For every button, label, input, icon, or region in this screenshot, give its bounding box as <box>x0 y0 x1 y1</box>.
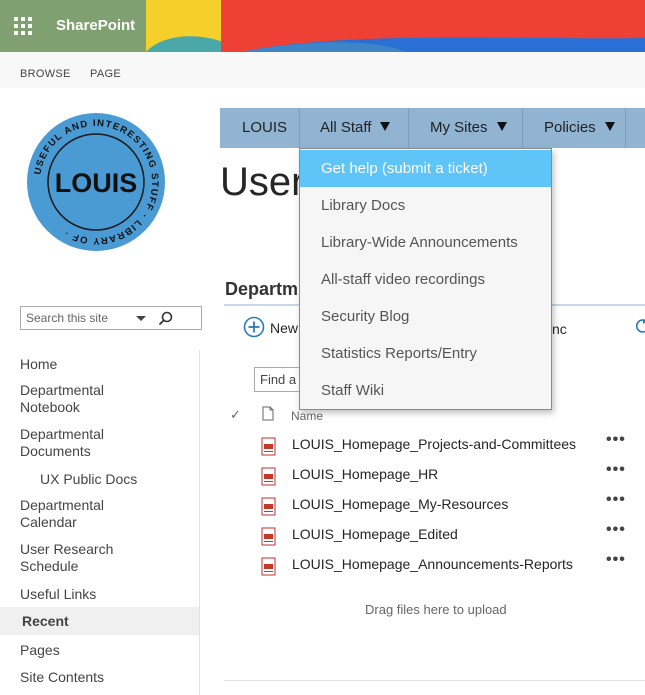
suite-bar: SharePoint <box>0 0 645 52</box>
nav-heading-label: Recent <box>22 613 69 629</box>
table-row[interactable]: LOUIS_Homepage_Edited ••• <box>250 521 645 551</box>
menu-item-library-wide-announcements[interactable]: Library-Wide Announcements <box>300 224 551 261</box>
topnav-louis[interactable]: LOUIS <box>242 119 287 136</box>
chevron-down-icon <box>496 122 507 131</box>
file-name[interactable]: LOUIS_Homepage_HR <box>292 466 438 482</box>
nav-item-departmental-documents[interactable]: Departmental Documents <box>20 426 140 460</box>
menu-item-library-docs[interactable]: Library Docs <box>300 187 551 224</box>
pdf-file-icon <box>261 467 276 486</box>
chevron-down-icon <box>604 122 615 131</box>
chevron-down-icon <box>380 122 391 131</box>
table-row[interactable]: LOUIS_Homepage_HR ••• <box>250 461 645 491</box>
column-header-name[interactable]: Name <box>291 409 323 423</box>
search-scope-dropdown-icon[interactable] <box>131 310 151 326</box>
topnav-all-staff[interactable]: All Staff <box>320 119 391 136</box>
search-icon[interactable] <box>157 310 175 328</box>
webpart-title[interactable]: Departm <box>225 279 298 300</box>
menu-item-get-help[interactable]: Get help (submit a ticket) <box>300 150 551 187</box>
drag-upload-hint: Drag files here to upload <box>365 602 507 617</box>
more-options-icon[interactable]: ••• <box>606 491 626 509</box>
all-staff-dropdown-menu: Get help (submit a ticket) Library Docs … <box>299 148 552 410</box>
refresh-icon[interactable] <box>636 318 645 334</box>
nav-heading-recent[interactable]: Recent <box>0 607 199 635</box>
nav-item-pages[interactable]: Pages <box>20 642 60 659</box>
topnav-policies[interactable]: Policies <box>544 119 615 136</box>
menu-item-label: All-staff video recordings <box>321 271 485 288</box>
nav-item-user-research-schedule[interactable]: User Research Schedule <box>20 541 140 575</box>
more-options-icon[interactable]: ••• <box>606 521 626 539</box>
topnav-policies-label: Policies <box>544 119 596 136</box>
footer-divider <box>224 680 645 681</box>
more-options-icon[interactable]: ••• <box>606 461 626 479</box>
menu-item-security-blog[interactable]: Security Blog <box>300 298 551 335</box>
select-all-check-icon[interactable]: ✓ <box>230 407 241 423</box>
app-launcher-icon[interactable] <box>0 0 46 52</box>
site-search <box>20 306 202 330</box>
more-options-icon[interactable]: ••• <box>606 431 626 449</box>
ribbon-tab-page[interactable]: PAGE <box>90 68 121 80</box>
menu-item-label: Get help (submit a ticket) <box>321 160 488 177</box>
menu-item-staff-wiki[interactable]: Staff Wiki <box>300 372 551 409</box>
nav-item-useful-links[interactable]: Useful Links <box>20 586 96 603</box>
menu-item-all-staff-video-recordings[interactable]: All-staff video recordings <box>300 261 551 298</box>
table-row[interactable]: LOUIS_Homepage_My-Resources ••• <box>250 491 645 521</box>
pdf-file-icon <box>261 557 276 576</box>
left-navigation: Home Departmental Notebook Departmental … <box>0 350 200 695</box>
table-row[interactable]: LOUIS_Homepage_Projects-and-Committees •… <box>250 431 645 461</box>
logo-text: LOUIS <box>55 168 138 198</box>
ribbon-tab-browse[interactable]: BROWSE <box>20 68 71 80</box>
topnav-my-sites[interactable]: My Sites <box>430 119 507 136</box>
file-name[interactable]: LOUIS_Homepage_My-Resources <box>292 496 508 512</box>
ribbon: BROWSE PAGE <box>0 52 645 88</box>
menu-item-label: Security Blog <box>321 308 410 325</box>
site-logo[interactable]: USEFUL AND INTERESTING STUFF · LIBRARY O… <box>26 112 166 252</box>
topnav-all-staff-label: All Staff <box>320 119 372 136</box>
menu-item-label: Staff Wiki <box>321 382 385 399</box>
page-title: User <box>220 160 305 204</box>
nav-item-site-contents[interactable]: Site Contents <box>20 669 104 686</box>
add-circle-icon <box>243 316 265 338</box>
file-name[interactable]: LOUIS_Homepage_Announcements-Reports <box>292 556 573 572</box>
menu-item-statistics-reports[interactable]: Statistics Reports/Entry <box>300 335 551 372</box>
file-name[interactable]: LOUIS_Homepage_Projects-and-Committees <box>292 436 576 452</box>
banner-artwork <box>146 0 645 52</box>
table-row[interactable]: LOUIS_Homepage_Announcements-Reports ••• <box>250 551 645 581</box>
brand-name[interactable]: SharePoint <box>56 17 135 34</box>
nav-item-departmental-notebook[interactable]: Departmental Notebook <box>20 382 140 416</box>
top-navigation: LOUIS All Staff My Sites Policies <box>220 108 645 148</box>
nav-item-ux-public-docs[interactable]: UX Public Docs <box>40 471 137 488</box>
menu-item-label: Statistics Reports/Entry <box>321 345 477 362</box>
file-name[interactable]: LOUIS_Homepage_Edited <box>292 526 458 542</box>
menu-item-label: Library Docs <box>321 197 406 214</box>
pdf-file-icon <box>261 497 276 516</box>
topnav-my-sites-label: My Sites <box>430 119 488 136</box>
menu-item-label: Library-Wide Announcements <box>321 234 518 251</box>
sync-button-label[interactable]: nc <box>552 321 567 337</box>
new-document-label: New <box>270 320 299 336</box>
more-options-icon[interactable]: ••• <box>606 551 626 569</box>
pdf-file-icon <box>261 527 276 546</box>
search-input[interactable] <box>21 307 131 329</box>
pdf-file-icon <box>261 437 276 456</box>
nav-item-home[interactable]: Home <box>20 356 57 373</box>
file-type-column-icon[interactable] <box>262 406 274 421</box>
nav-item-departmental-calendar[interactable]: Departmental Calendar <box>20 497 140 531</box>
